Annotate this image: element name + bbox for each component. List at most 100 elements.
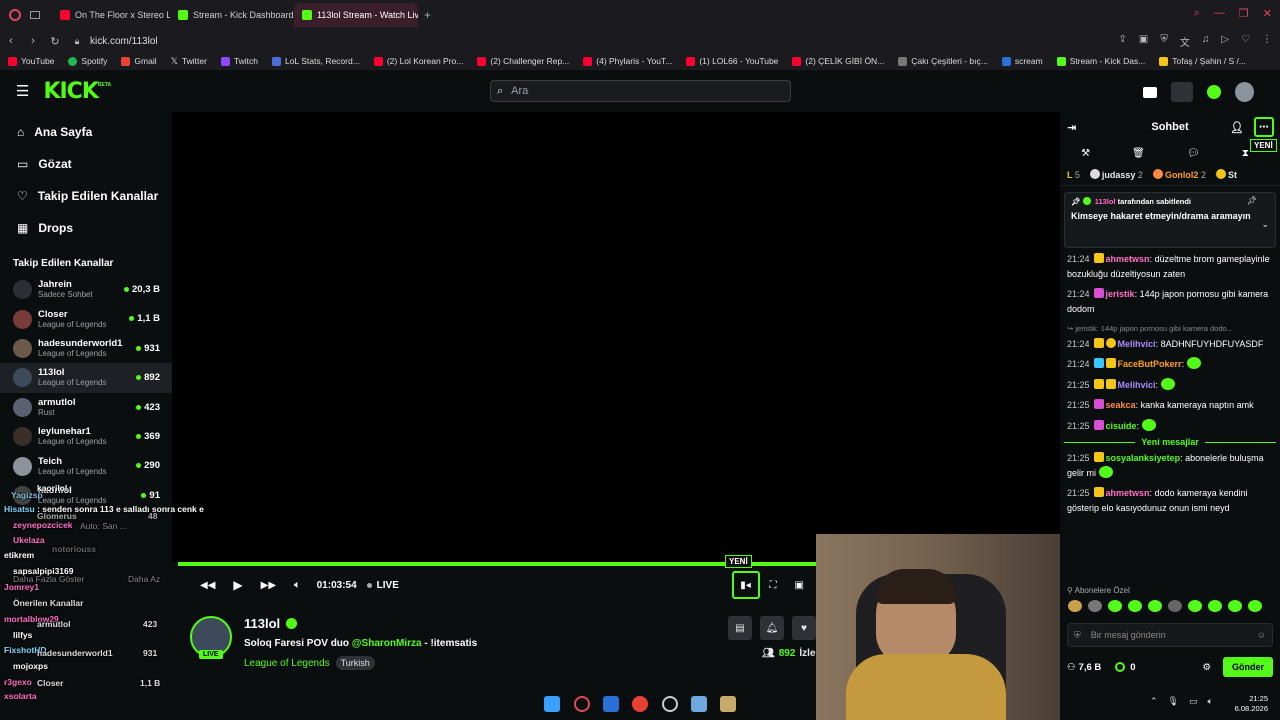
search-tabs-icon[interactable]: ⌕ bbox=[1194, 7, 1200, 20]
theater-icon[interactable]: ⛶ bbox=[770, 580, 777, 591]
kick-points-icon[interactable] bbox=[1207, 85, 1221, 99]
maximize-button[interactable]: ❐ bbox=[1239, 7, 1249, 20]
trash-icon[interactable]: 🗑︎ bbox=[1132, 148, 1145, 159]
chat-bubble-icon[interactable]: 💬︎ bbox=[1187, 148, 1200, 159]
tab-youtube[interactable]: On The Floor x Stereo Love bbox=[52, 3, 170, 27]
tray-chevron-icon[interactable]: ⌃ bbox=[1150, 696, 1158, 707]
bookmark-item[interactable]: Gmail bbox=[121, 56, 157, 66]
tab-kick-dashboard[interactable]: Stream - Kick Dashboard bbox=[170, 3, 294, 27]
nav-home[interactable]: ⌂ Ana Sayfa bbox=[0, 116, 172, 148]
bookmark-item[interactable]: Stream - Kick Das... bbox=[1056, 56, 1145, 66]
bookmark-item[interactable]: (4) Phylaris - YouT... bbox=[583, 56, 672, 66]
nav-following[interactable]: ♡ Takip Edilen Kanallar bbox=[0, 180, 172, 212]
bookmark-item[interactable]: (2) ÇELİK GİBİ ÖN... bbox=[792, 56, 884, 66]
dashboard-icon[interactable] bbox=[1171, 82, 1193, 102]
emote-icon[interactable] bbox=[1108, 600, 1122, 612]
bookmark-item[interactable]: Twitch bbox=[220, 56, 258, 66]
bookmark-item[interactable]: scream bbox=[1001, 56, 1043, 66]
emote-icon[interactable] bbox=[1228, 600, 1242, 612]
close-button[interactable]: ✕ bbox=[1263, 7, 1272, 20]
bookmark-item[interactable]: (2) Lol Korean Pro... bbox=[373, 56, 463, 66]
kick-logo[interactable]: KICK bbox=[43, 79, 98, 104]
bookmark-item[interactable]: Çakı Çeşitleri - bıç... bbox=[898, 56, 988, 66]
minimize-button[interactable]: — bbox=[1214, 7, 1225, 20]
mod-hammer-icon[interactable]: ⚒ bbox=[1081, 148, 1090, 159]
emote-icon[interactable] bbox=[1148, 600, 1162, 612]
gift-button[interactable]: ▤ bbox=[728, 616, 752, 640]
theater-mode-icon[interactable] bbox=[1143, 86, 1157, 98]
more-options-button[interactable]: ⋯ bbox=[1254, 117, 1274, 137]
chat-input[interactable]: ⛨ Bir mesaj gönderin ☺ bbox=[1067, 623, 1273, 647]
tab-113lol-stream[interactable]: 113lol Stream - Watch Live bbox=[294, 3, 418, 27]
mic-icon[interactable]: 🎙︎ bbox=[1168, 696, 1179, 707]
emote-icon[interactable] bbox=[1248, 600, 1262, 612]
message-input[interactable]: Bir mesaj gönderin bbox=[1091, 630, 1166, 640]
unpin-icon[interactable]: 📌︎ bbox=[1247, 196, 1257, 205]
opera-icon[interactable] bbox=[9, 9, 21, 21]
user-settings-icon[interactable]: 👤︎ bbox=[1230, 121, 1244, 134]
bookmark-item[interactable]: 𝕏 Twitter bbox=[171, 56, 207, 67]
url-field[interactable]: kick.com/113lol bbox=[90, 36, 158, 47]
music-icon[interactable]: ♫ bbox=[1202, 34, 1210, 49]
play-icon[interactable]: ▷ bbox=[1221, 34, 1229, 49]
emote-icon[interactable] bbox=[1068, 600, 1082, 612]
emote-icon[interactable] bbox=[1208, 600, 1222, 612]
emoji-icon[interactable]: ☺ bbox=[1257, 630, 1266, 640]
bookmark-item[interactable]: YouTube bbox=[8, 56, 54, 66]
network-icon[interactable]: ▭ bbox=[1189, 696, 1198, 707]
shield-icon[interactable]: ⛨ bbox=[1160, 34, 1168, 49]
channel-item[interactable]: leylunehar1 League of Legends 369 bbox=[0, 422, 172, 451]
emote-icon[interactable] bbox=[1168, 600, 1182, 612]
bookmark-item[interactable]: Tofaş / Şahin / S /... bbox=[1159, 56, 1246, 66]
tag-pill[interactable]: Turkish bbox=[335, 656, 375, 670]
user-avatar[interactable] bbox=[1235, 82, 1254, 102]
emote-icon[interactable] bbox=[1088, 600, 1102, 612]
clock[interactable]: 21:25 6.08.2026 bbox=[1228, 694, 1268, 714]
heart-icon[interactable]: ♡ bbox=[1241, 34, 1250, 49]
opera-taskbar-icon[interactable] bbox=[574, 696, 590, 712]
settings-taskbar-icon[interactable] bbox=[691, 696, 707, 712]
bookmark-item[interactable]: (1) LOL66 - YouTube bbox=[686, 56, 778, 66]
collapse-chat-icon[interactable]: ⇥ bbox=[1067, 121, 1076, 134]
emote-icon[interactable] bbox=[1188, 600, 1202, 612]
nav-drops[interactable]: ▦ Drops bbox=[0, 212, 172, 244]
speaker-icon[interactable]: 🔈︎ bbox=[1208, 696, 1213, 707]
search-bar[interactable]: ⌕ Ara bbox=[490, 80, 791, 102]
chrome-taskbar-icon[interactable] bbox=[632, 696, 648, 712]
bookmark-item[interactable]: Spotify bbox=[68, 56, 107, 66]
follow-heart-icon[interactable]: ♥ bbox=[792, 616, 816, 640]
bookmark-item[interactable]: LoL Stats, Record... bbox=[272, 56, 360, 66]
menu-icon[interactable]: ⋮ bbox=[1262, 34, 1272, 49]
send-button[interactable]: Gönder bbox=[1222, 657, 1273, 677]
pip-icon[interactable]: ▣ bbox=[795, 580, 804, 591]
channel-item[interactable]: hadesunderworld1 League of Legends 931 bbox=[0, 334, 172, 363]
forward-button[interactable]: › bbox=[22, 35, 44, 47]
translate-icon[interactable]: 文 bbox=[1180, 34, 1190, 49]
show-less-link[interactable]: Daha Az bbox=[128, 574, 160, 584]
notification-bell-icon[interactable]: 🔔︎ bbox=[760, 616, 784, 640]
channel-item[interactable]: 113lol League of Legends 892 bbox=[0, 363, 172, 393]
hourglass-icon[interactable]: ⧗ bbox=[1242, 148, 1249, 159]
chat-settings-gear-icon[interactable]: ⚙ bbox=[1202, 662, 1211, 673]
app-taskbar-icon[interactable] bbox=[603, 696, 619, 712]
lol-taskbar-icon[interactable] bbox=[720, 696, 736, 712]
channel-item[interactable]: Jahrein Sadece Sohbet 20,3 B bbox=[0, 275, 172, 304]
windows-start-icon[interactable] bbox=[544, 696, 560, 712]
channel-item[interactable]: Closer League of Legends 1,1 B bbox=[0, 304, 172, 333]
reload-button[interactable]: ↻ bbox=[44, 35, 66, 48]
channel-item[interactable]: Teich League of Legends 290 bbox=[0, 451, 172, 480]
clip-button[interactable]: ▮◂ bbox=[731, 571, 760, 599]
pinned-message[interactable]: 📌︎ 113lol tarafından sabitlendi Kimseye … bbox=[1064, 192, 1276, 248]
screenshot-icon[interactable]: ▣ bbox=[1139, 34, 1148, 49]
channel-item[interactable]: armutlol Rust 423 bbox=[0, 393, 172, 422]
emote-icon[interactable] bbox=[1128, 600, 1142, 612]
obs-taskbar-icon[interactable] bbox=[662, 696, 678, 712]
search-input[interactable]: Ara bbox=[511, 85, 528, 97]
hamburger-menu-icon[interactable]: ☰ bbox=[16, 82, 29, 100]
chevron-down-icon[interactable]: ⌄ bbox=[1261, 219, 1269, 230]
nav-browse[interactable]: ▭ Gözat bbox=[0, 148, 172, 180]
bookmark-item[interactable]: (2) Challenger Rep... bbox=[477, 56, 569, 66]
tab-grid-icon[interactable] bbox=[30, 11, 40, 19]
new-tab-button[interactable]: + bbox=[424, 8, 431, 22]
back-button[interactable]: ‹ bbox=[0, 35, 22, 47]
